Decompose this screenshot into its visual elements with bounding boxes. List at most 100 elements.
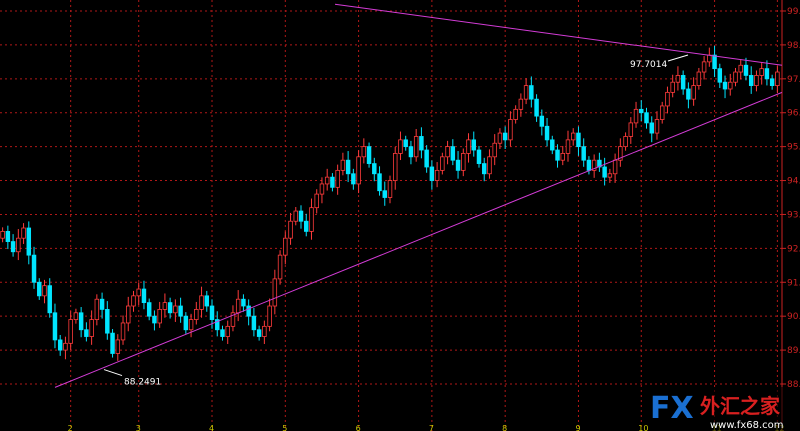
y-axis: 99.0 98.0 97.0 96.0 95.0 94.0 93.0 92.0 91.0 90.0…: [782, 7, 800, 390]
candle-body: [555, 149, 560, 161]
candle-body: [743, 64, 749, 76]
candle-body: [26, 227, 32, 256]
candle-body: [560, 153, 565, 161]
candle-body: [764, 68, 770, 80]
candle-body: [497, 132, 503, 144]
y-tick-label: 92.0: [787, 244, 800, 254]
candle-body: [324, 176, 330, 185]
candle-body: [225, 325, 230, 337]
candle-body: [63, 342, 68, 351]
candle-body: [481, 163, 487, 175]
candle-body: [235, 298, 241, 314]
candle-body: [696, 71, 702, 86]
y-tick-label: 91.0: [787, 278, 800, 288]
candle-body: [89, 319, 94, 337]
candle-body: [639, 108, 644, 114]
candle-body: [529, 85, 534, 100]
candle-body: [738, 64, 743, 73]
candle-body: [73, 312, 79, 320]
candle-body: [262, 325, 267, 337]
candle-body: [623, 136, 628, 148]
candle-body: [508, 119, 513, 141]
candle-body: [754, 75, 759, 86]
y-tick-label: 95.0: [787, 143, 800, 153]
candle-body: [717, 68, 723, 83]
candle-body: [141, 288, 147, 304]
candle-body: [5, 231, 11, 242]
candle-body: [612, 159, 618, 175]
candle-body: [99, 298, 105, 310]
watermark-url: www.fx68.com: [710, 420, 784, 431]
candle-body: [748, 75, 754, 86]
candle-body: [502, 132, 508, 141]
candle-body: [110, 332, 115, 354]
candle-body: [487, 156, 492, 175]
y-tick-label: 98.0: [787, 41, 800, 51]
candle-body: [691, 85, 696, 100]
candle-body: [471, 139, 476, 151]
candle-body: [534, 98, 539, 117]
candle-body: [445, 146, 450, 158]
candle-body: [701, 61, 707, 73]
candle-body: [602, 166, 607, 178]
candle-body: [241, 298, 246, 307]
x-tick-label: 9: [575, 424, 580, 431]
candlestick-series: [0, 45, 780, 361]
y-tick-label: 93.0: [787, 210, 800, 220]
candle-body: [256, 329, 262, 337]
candle-body: [21, 227, 26, 239]
candle-body: [628, 122, 634, 137]
candle-body: [288, 220, 293, 239]
candle-body: [387, 180, 393, 198]
candle-body: [351, 173, 356, 185]
y-tick-label: 97.0: [787, 75, 800, 85]
candle-body: [10, 241, 16, 253]
upper-trendline: [334, 3, 783, 66]
candle-body: [78, 312, 84, 331]
x-tick-label: 10: [638, 424, 648, 431]
candle-body: [115, 339, 121, 354]
candle-body: [0, 231, 5, 239]
candle-body: [712, 54, 717, 70]
candle-body: [335, 169, 340, 188]
candle-body: [204, 295, 210, 307]
candle-body: [188, 319, 194, 331]
candle-body: [304, 220, 309, 232]
candle-body: [550, 139, 555, 151]
candle-body: [398, 139, 403, 154]
candle-body: [340, 159, 346, 171]
low-annotation-label: 88.2491: [124, 378, 161, 388]
candle-body: [277, 254, 283, 280]
watermark-name: 外汇之家: [700, 394, 781, 418]
lower-trendline: [54, 91, 783, 388]
candle-body: [283, 237, 288, 256]
candle-body: [722, 81, 728, 90]
candle-body: [173, 305, 178, 314]
candle-body: [581, 146, 586, 161]
x-tick-label: 3: [136, 424, 141, 431]
candle-body: [539, 115, 545, 127]
candle-body: [178, 305, 183, 317]
candle-body: [183, 315, 189, 331]
x-tick-label: 2: [68, 424, 73, 431]
trendlines: [54, 3, 783, 388]
candle-body: [633, 108, 639, 124]
candle-body: [246, 305, 251, 317]
candle-body: [759, 68, 764, 76]
candle-body: [309, 207, 314, 232]
price-annotations: 97.7014 88.2491: [103, 54, 689, 388]
candle-body: [728, 81, 733, 90]
candle-body: [424, 149, 429, 168]
candle-body: [775, 71, 780, 86]
candle-body: [293, 210, 299, 222]
x-tick-label: 8: [502, 424, 507, 431]
candle-body: [52, 312, 58, 341]
candle-body: [47, 285, 52, 314]
candle-body: [57, 339, 63, 351]
candle-body: [94, 298, 100, 320]
fx68-watermark: FX 外汇之家 www.fx68.com: [648, 387, 800, 431]
candle-body: [440, 156, 445, 171]
candle-body: [152, 315, 157, 324]
candle-body: [450, 146, 456, 161]
candle-body: [199, 295, 204, 310]
